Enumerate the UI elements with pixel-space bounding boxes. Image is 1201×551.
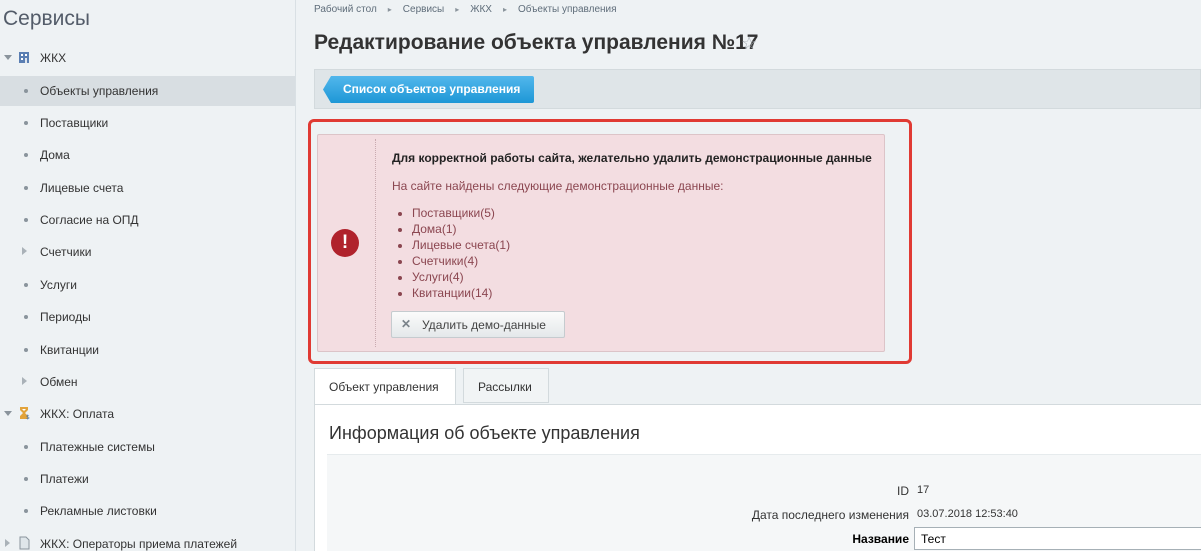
chevron-down-icon[interactable] [4,55,12,60]
delete-demo-data-label: Удалить демо-данные [422,318,546,332]
sidebar-item-label: Счетчики [40,245,92,259]
chevron-right-icon[interactable] [22,247,27,255]
breadcrumb: Рабочий стол ▸ Сервисы ▸ ЖКХ ▸ Объекты управле… [314,4,617,15]
alert-heading: Для корректной работы сайта, желательно … [392,151,872,165]
tab-label: Рассылки [478,380,532,394]
fields-table: ID 17 Дата последнего изменения 03.07.20… [327,454,1201,551]
sidebar-item-label: Согласие на ОПД [40,213,139,227]
bullet-icon [24,153,28,157]
field-label: ID [897,484,909,498]
sidebar-item-management-objects[interactable]: Объекты управления [0,76,295,106]
sidebar-item-receipts[interactable]: Квитанции [0,335,295,365]
sidebar-item-label: Дома [40,148,70,162]
sidebar-section-operators[interactable]: ЖКХ: Операторы приема платежей [0,529,295,551]
field-row-modified: Дата последнего изменения 03.07.2018 12:… [327,503,1201,527]
sidebar-item-label: Квитанции [40,343,100,357]
sidebar-item-houses[interactable]: Дома [0,140,295,170]
bullet-icon [24,283,28,287]
demo-data-alert: ! Для корректной работы сайта, желательн… [317,134,885,352]
sidebar-item-label: Платежи [40,472,89,486]
chevron-right-icon[interactable] [22,377,27,385]
breadcrumb-management-objects[interactable]: Объекты управления [518,4,617,15]
bullet-icon [24,445,28,449]
chevron-right-icon[interactable] [5,539,10,547]
sidebar-item-label: ЖКХ [40,51,67,65]
tab-management-object[interactable]: Объект управления [314,368,456,405]
list-item: Счетчики(4) [412,253,510,269]
sidebar-item-suppliers[interactable]: Поставщики [0,108,295,138]
chevron-right-icon: ▸ [387,5,392,14]
delete-demo-data-button[interactable]: ✕ Удалить демо-данные [391,311,565,338]
panel-title: Информация об объекте управления [329,423,640,443]
demo-data-list: Поставщики(5) Дома(1) Лицевые счета(1) С… [412,205,510,301]
field-label: Дата последнего изменения [751,508,909,522]
field-row-name: Название Тест [327,527,1201,551]
building-icon [19,52,29,63]
list-item: Лицевые счета(1) [412,237,510,253]
sidebar-item-payments[interactable]: Платежи [0,464,295,494]
sidebar-item-label: Объекты управления [40,84,159,98]
sidebar-item-label: Обмен [40,375,78,389]
sidebar-item-label: Лицевые счета [40,181,124,195]
alert-divider [375,139,376,347]
document-icon [19,536,30,550]
sidebar-item-label: Услуги [40,278,77,292]
bullet-icon [24,186,28,190]
error-icon: ! [331,229,359,257]
sidebar-item-label: ЖКХ: Операторы приема платежей [40,537,238,551]
page-title: Редактирование объекта управления №17 [314,31,759,54]
sidebar-item-label: Рекламные листовки [40,504,157,518]
chevron-down-icon[interactable] [4,411,12,416]
sidebar: Сервисы ЖКХ Объекты управления Поставщик… [0,0,296,551]
sidebar-item-label: Поставщики [40,116,109,130]
sidebar-item-periods[interactable]: Периоды [0,302,295,332]
toolbar: Список объектов управления [314,69,1201,109]
list-item: Услуги(4) [412,269,510,285]
sidebar-item-exchange[interactable]: Обмен [0,367,295,397]
list-item: Дома(1) [412,221,510,237]
sidebar-item-label: Платежные системы [40,440,155,454]
sidebar-item-accounts[interactable]: Лицевые счета [0,173,295,203]
list-item: Поставщики(5) [412,205,510,221]
star-icon[interactable]: ☆ [741,33,757,54]
field-label: Название [852,532,909,546]
field-row-id: ID 17 [327,479,1201,503]
bullet-icon [24,348,28,352]
sidebar-section-payment[interactable]: $ ЖКХ: Оплата [0,399,295,429]
list-objects-button[interactable]: Список объектов управления [323,76,535,103]
bullet-icon [24,509,28,513]
sidebar-item-label: Периоды [40,310,91,324]
tab-mailings[interactable]: Рассылки [463,368,549,403]
breadcrumb-zhkh[interactable]: ЖКХ [470,4,492,15]
sidebar-item-payment-systems[interactable]: Платежные системы [0,432,295,462]
bullet-icon [24,315,28,319]
close-icon: ✕ [401,317,412,331]
sidebar-item-consent[interactable]: Согласие на ОПД [0,205,295,235]
chevron-right-icon: ▸ [502,5,507,14]
name-input[interactable]: Тест [914,527,1201,550]
bullet-icon [24,89,28,93]
field-value: 17 [917,484,930,496]
sidebar-title: Сервисы [3,7,91,30]
list-item: Квитанции(14) [412,285,510,301]
sidebar-item-services[interactable]: Услуги [0,270,295,300]
bullet-icon [24,477,28,481]
sidebar-section-zhkh[interactable]: ЖКХ [0,43,295,73]
object-info-panel: Информация об объекте управления ID 17 Д… [314,404,1201,551]
alert-subheading: На сайте найдены следующие демонстрацион… [392,179,724,193]
svg-text:$: $ [26,414,30,420]
tab-label: Объект управления [329,380,439,394]
bullet-icon [24,218,28,222]
breadcrumb-services[interactable]: Сервисы [403,4,444,15]
sidebar-item-meters[interactable]: Счетчики [0,237,295,267]
bullet-icon [24,121,28,125]
sidebar-item-ad-leaflets[interactable]: Рекламные листовки [0,496,295,526]
main-content: Рабочий стол ▸ Сервисы ▸ ЖКХ ▸ Объекты управле… [296,0,1201,551]
hourglass-icon: $ [20,407,30,420]
sidebar-item-label: ЖКХ: Оплата [40,407,115,421]
breadcrumb-desktop[interactable]: Рабочий стол [314,4,377,15]
chevron-right-icon: ▸ [455,5,460,14]
field-value: 03.07.2018 12:53:40 [917,508,1018,520]
